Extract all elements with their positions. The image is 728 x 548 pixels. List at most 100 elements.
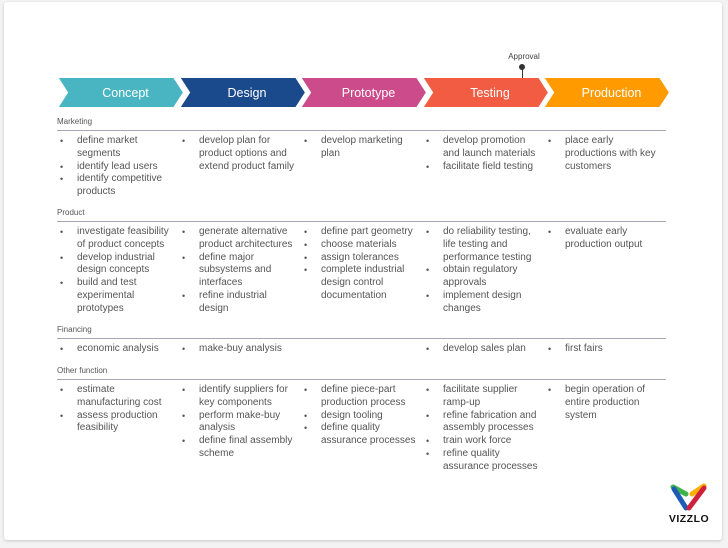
list-item: assign tolerances bbox=[301, 252, 423, 265]
list-item: implement design changes bbox=[423, 290, 545, 316]
list-item: place early productions with key custome… bbox=[545, 135, 667, 173]
bullet-list: make-buy analysis bbox=[179, 343, 301, 356]
phase-column-production: evaluate early production output bbox=[545, 226, 667, 316]
bullet-list: economic analysis bbox=[57, 343, 179, 356]
list-item: build and test experimental prototypes bbox=[57, 277, 179, 315]
section-label: Product bbox=[57, 208, 85, 217]
section-columns: economic analysismake-buy analysis develo… bbox=[57, 343, 666, 356]
list-item: assess production feasibility bbox=[57, 410, 179, 436]
vizzlo-logo: VIZZLO bbox=[668, 481, 710, 529]
section-label: Marketing bbox=[57, 117, 93, 126]
list-item: identify lead users bbox=[57, 161, 179, 174]
phase-column-testing: do reliability testing, life testing and… bbox=[423, 226, 545, 316]
bullet-list: define part geometrychoose materialsassi… bbox=[301, 226, 423, 303]
bullet-list: develop promotion and launch materialsfa… bbox=[423, 135, 545, 173]
bullet-list: develop plan for product options and ext… bbox=[179, 135, 301, 173]
list-item: begin operation of entire production sys… bbox=[545, 384, 667, 422]
list-item: define piece-part production process bbox=[301, 384, 423, 410]
list-item: develop industrial design concepts bbox=[57, 252, 179, 278]
milestone-label: Approval bbox=[508, 52, 540, 61]
list-item: define market segments bbox=[57, 135, 179, 161]
phase-column-design: identify suppliers for key componentsper… bbox=[179, 384, 301, 474]
phase-arrows: Concept Design Prototype Testing Production bbox=[57, 77, 670, 108]
section-divider bbox=[57, 338, 666, 339]
phase-arrow-concept: Concept bbox=[57, 77, 184, 108]
bullet-list: evaluate early production output bbox=[545, 226, 667, 252]
list-item: develop promotion and launch materials bbox=[423, 135, 545, 161]
phase-column-concept: estimate manufacturing costassess produc… bbox=[57, 384, 179, 474]
phase-column-production: first fairs bbox=[545, 343, 667, 356]
section-label: Financing bbox=[57, 325, 92, 334]
list-item: define major subsystems and interfaces bbox=[179, 252, 301, 290]
list-item: choose materials bbox=[301, 239, 423, 252]
list-item: refine quality assurance processes bbox=[423, 448, 545, 474]
bullet-list: define piece-part production processdesi… bbox=[301, 384, 423, 448]
bullet-list: do reliability testing, life testing and… bbox=[423, 226, 545, 316]
section-columns: investigate feasibility of product conce… bbox=[57, 226, 666, 316]
phase-column-production: place early productions with key custome… bbox=[545, 135, 667, 199]
list-item: investigate feasibility of product conce… bbox=[57, 226, 179, 252]
phase-column-prototype bbox=[301, 343, 423, 356]
phase-column-production: begin operation of entire production sys… bbox=[545, 384, 667, 474]
section-columns: define market segmentsidentify lead user… bbox=[57, 135, 666, 199]
section-product: Product investigate feasibility of produc… bbox=[57, 207, 666, 316]
section-columns: estimate manufacturing costassess produc… bbox=[57, 384, 666, 474]
list-item: develop sales plan bbox=[423, 343, 545, 356]
phase-label: Testing bbox=[470, 85, 510, 100]
bullet-list: begin operation of entire production sys… bbox=[545, 384, 667, 422]
bullet-list: develop marketing plan bbox=[301, 135, 423, 161]
list-item: obtain regulatory approvals bbox=[423, 264, 545, 290]
list-item: design tooling bbox=[301, 410, 423, 423]
list-item: generate alternative product architectur… bbox=[179, 226, 301, 252]
list-item: identify suppliers for key components bbox=[179, 384, 301, 410]
section-divider bbox=[57, 221, 666, 222]
list-item: define quality assurance processes bbox=[301, 422, 423, 448]
list-item: economic analysis bbox=[57, 343, 179, 356]
bullet-list: investigate feasibility of product conce… bbox=[57, 226, 179, 316]
list-item: facilitate field testing bbox=[423, 161, 545, 174]
vizzlo-logo-text: VIZZLO bbox=[668, 513, 710, 525]
list-item: perform make-buy analysis bbox=[179, 410, 301, 436]
list-item: make-buy analysis bbox=[179, 343, 301, 356]
phase-column-prototype: develop marketing plan bbox=[301, 135, 423, 199]
phase-column-testing: develop promotion and launch materialsfa… bbox=[423, 135, 545, 199]
phase-column-concept: define market segmentsidentify lead user… bbox=[57, 135, 179, 199]
section-divider bbox=[57, 379, 666, 380]
phase-column-prototype: define piece-part production processdesi… bbox=[301, 384, 423, 474]
bullet-list: define market segmentsidentify lead user… bbox=[57, 135, 179, 199]
bullet-list: generate alternative product architectur… bbox=[179, 226, 301, 316]
phase-label: Design bbox=[227, 85, 267, 100]
list-item: develop plan for product options and ext… bbox=[179, 135, 301, 173]
section-label: Other function bbox=[57, 366, 108, 375]
phase-column-design: make-buy analysis bbox=[179, 343, 301, 356]
phase-arrow-production: Production bbox=[543, 77, 670, 108]
section-divider bbox=[57, 130, 666, 131]
phase-label: Production bbox=[581, 85, 642, 100]
list-item: evaluate early production output bbox=[545, 226, 667, 252]
list-item: develop marketing plan bbox=[301, 135, 423, 161]
list-item: define final assembly scheme bbox=[179, 435, 301, 461]
bullet-list: place early productions with key custome… bbox=[545, 135, 667, 173]
bullet-list: estimate manufacturing costassess produc… bbox=[57, 384, 179, 435]
phase-label: Concept bbox=[102, 85, 149, 100]
list-item: estimate manufacturing cost bbox=[57, 384, 179, 410]
phase-column-concept: investigate feasibility of product conce… bbox=[57, 226, 179, 316]
list-item: identify competitive products bbox=[57, 173, 179, 199]
list-item: complete industrial design control docum… bbox=[301, 264, 423, 302]
phase-column-testing: develop sales plan bbox=[423, 343, 545, 356]
list-item: do reliability testing, life testing and… bbox=[423, 226, 545, 264]
bullet-list: facilitate supplier ramp-uprefine fabric… bbox=[423, 384, 545, 474]
phase-column-concept: economic analysis bbox=[57, 343, 179, 356]
phase-column-testing: facilitate supplier ramp-uprefine fabric… bbox=[423, 384, 545, 474]
bullet-list: first fairs bbox=[545, 343, 667, 356]
list-item: define part geometry bbox=[301, 226, 423, 239]
phase-column-prototype: define part geometrychoose materialsassi… bbox=[301, 226, 423, 316]
bullet-list: develop sales plan bbox=[423, 343, 545, 356]
bullet-list: identify suppliers for key componentsper… bbox=[179, 384, 301, 461]
milestone-line bbox=[521, 69, 523, 78]
list-item: facilitate supplier ramp-up bbox=[423, 384, 545, 410]
list-item: refine industrial design bbox=[179, 290, 301, 316]
phase-column-design: develop plan for product options and ext… bbox=[179, 135, 301, 199]
vizzlo-logo-icon bbox=[670, 483, 707, 511]
phase-arrow-design: Design bbox=[178, 77, 306, 108]
